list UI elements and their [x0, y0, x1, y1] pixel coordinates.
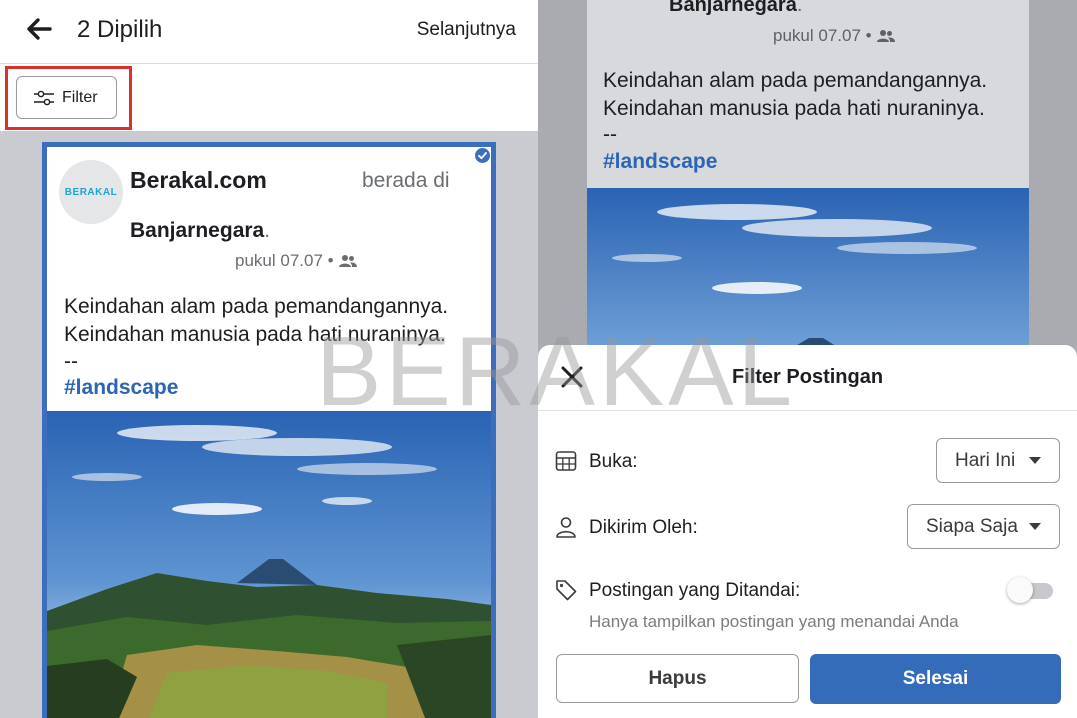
post-selection-screen: 2 Dipilih Selanjutnya Filter BERAKAL Ber…	[0, 0, 538, 718]
post-body: Keindahan alam pada pemandangannya. Kein…	[64, 293, 448, 349]
chevron-down-icon	[1029, 523, 1041, 530]
back-arrow-icon[interactable]	[24, 14, 54, 44]
toggle-knob	[1007, 577, 1033, 603]
post-time-text: pukul 07.07 •	[773, 26, 872, 45]
tagged-posts-toggle[interactable]	[1007, 577, 1055, 603]
post-author[interactable]: Berakal.com	[130, 167, 267, 194]
filter-dialog-screen: Banjarnegara. pukul 07.07 • Keindahan al…	[538, 0, 1077, 718]
post-body: Keindahan alam pada pemandangannya. Kein…	[603, 67, 987, 123]
sent-by-label: Dikirim Oleh:	[589, 517, 698, 538]
filter-posts-sheet: Filter Postingan Buka: Hari Ini Dikirim …	[538, 345, 1077, 718]
location-prefix: berada di	[362, 169, 450, 192]
post-separator: --	[64, 350, 78, 373]
sheet-title: Filter Postingan	[731, 366, 884, 388]
sent-by-select[interactable]: Siapa Saja	[907, 504, 1060, 549]
avatar-logo-text: BERAKAL	[64, 186, 118, 198]
tag-icon	[556, 580, 577, 601]
post-timestamp: pukul 07.07 •	[235, 251, 357, 271]
person-icon	[556, 517, 576, 538]
sliders-icon	[34, 90, 54, 105]
filter-button[interactable]: Filter	[16, 76, 117, 119]
filter-toolbar: Filter	[0, 65, 538, 131]
tagged-posts-hint: Hanya tampilkan postingan yang menandai …	[589, 612, 959, 631]
friends-icon	[338, 255, 357, 267]
page-title: 2 Dipilih	[77, 16, 163, 43]
hashtag-link[interactable]: #landscape	[64, 376, 178, 400]
calendar-icon	[555, 451, 577, 471]
post-location[interactable]: Banjarnegara.	[130, 219, 270, 243]
friends-icon	[876, 30, 895, 42]
selected-post-card[interactable]: BERAKAL Berakal.com berada di Banjarnega…	[42, 142, 496, 718]
selected-check-icon	[475, 148, 490, 163]
sent-by-value: Siapa Saja	[926, 515, 1018, 537]
post-body-line-1: Keindahan alam pada pemandangannya.	[603, 69, 988, 92]
post-location-suffix: .	[264, 219, 271, 242]
post-location: Banjarnegara.	[669, 0, 802, 17]
dimmed-post-card: Banjarnegara. pukul 07.07 • Keindahan al…	[587, 0, 1029, 188]
filter-button-label: Filter	[62, 88, 98, 106]
sheet-header: Filter Postingan	[538, 345, 1077, 411]
landscape-photo	[587, 188, 1029, 348]
post-location-name: Banjarnegara	[669, 0, 797, 16]
post-body-line-2: Keindahan manusia pada hati nuraninya.	[603, 97, 985, 120]
post-body-line-2: Keindahan manusia pada hati nuraninya.	[64, 323, 446, 346]
clear-button[interactable]: Hapus	[556, 654, 799, 703]
post-timestamp: pukul 07.07 •	[773, 26, 895, 46]
post-separator: --	[603, 123, 617, 146]
done-button[interactable]: Selesai	[810, 654, 1061, 704]
post-time-text: pukul 07.07 •	[235, 251, 334, 270]
landscape-photo	[47, 411, 491, 718]
open-date-select[interactable]: Hari Ini	[936, 438, 1060, 483]
next-button[interactable]: Selanjutnya	[417, 19, 516, 41]
top-app-bar: 2 Dipilih Selanjutnya	[0, 0, 538, 64]
open-label: Buka:	[589, 451, 638, 472]
post-location-name: Banjarnegara	[130, 219, 265, 242]
open-date-value: Hari Ini	[955, 449, 1016, 471]
post-body-line-1: Keindahan alam pada pemandangannya.	[64, 295, 449, 318]
avatar[interactable]: BERAKAL	[59, 160, 123, 224]
post-feed: BERAKAL Berakal.com berada di Banjarnega…	[0, 131, 538, 718]
hashtag-link: #landscape	[603, 150, 718, 173]
post-location-suffix: .	[796, 0, 803, 16]
chevron-down-icon	[1029, 457, 1041, 464]
tagged-posts-label: Postingan yang Ditandai:	[589, 580, 801, 601]
